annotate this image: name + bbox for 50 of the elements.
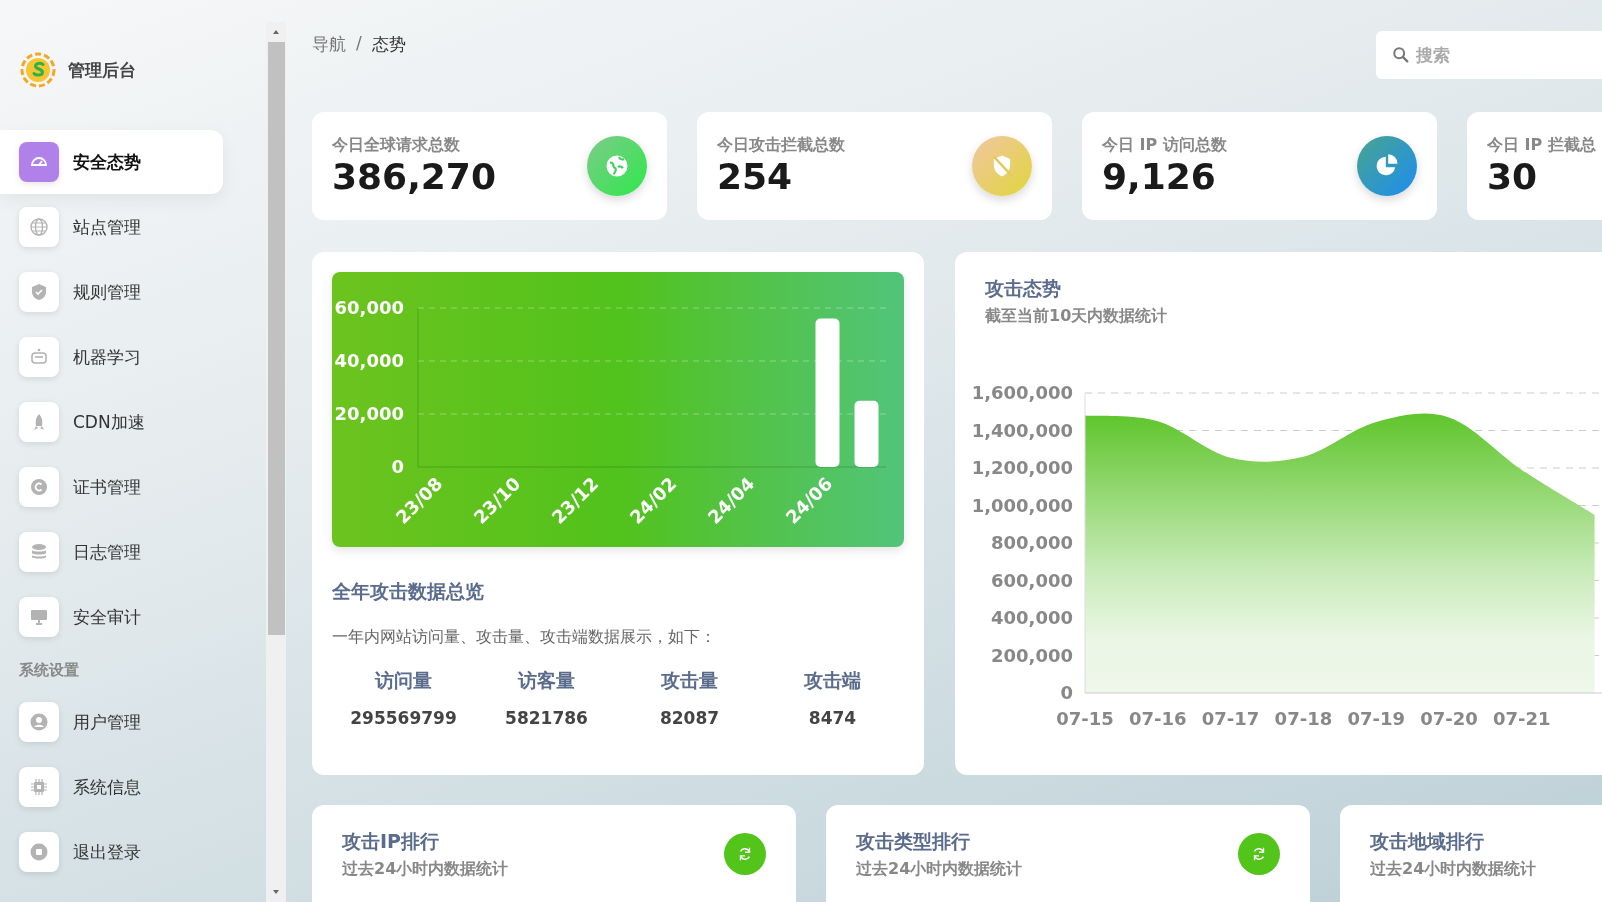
metric-label: 攻击量 [661,668,718,693]
stat-value: 254 [717,155,794,198]
stat-label: 今日 IP 访问总数 [1102,134,1228,156]
stat-value: 30 [1487,155,1539,198]
stat-value: 386,270 [332,155,497,198]
metric-value: 295569799 [350,708,457,728]
overview-description: 一年内网站访问量、攻击量、攻击端数据展示，如下： [332,627,717,648]
card-subtitle: 截至当前10天内数据统计 [985,306,1169,327]
stat-value: 9,126 [1102,155,1217,198]
card-subtitle: 过去24小时内数据统计 [342,859,510,880]
card-subtitle: 过去24小时内数据统计 [856,859,1024,880]
y-axis-label: 0 [1060,682,1073,703]
y-axis-label: 1,400,000 [971,419,1073,441]
y-axis-label: 0 [391,456,404,477]
metric-label: 访问量 [375,668,432,693]
card-subtitle: 过去24小时内数据统计 [1370,859,1538,880]
breadcrumb-item: 态势 [371,33,406,56]
x-axis-label: 07-19 [1347,708,1405,729]
metric-label: 访客量 [518,668,575,693]
stat-label: 今日全球请求总数 [332,134,461,156]
y-axis-label: 1,600,000 [971,382,1073,403]
metric-label: 攻击端 [804,668,861,693]
y-axis-label: 400,000 [991,607,1073,628]
card-title: 攻击地域排行 [1370,829,1485,854]
x-axis-label: 07-21 [1493,708,1551,729]
y-axis-label: 40,000 [334,350,404,371]
stat-label: 今日攻击拦截总数 [717,134,846,156]
metric-value: 82087 [659,708,720,728]
x-axis-label: 07-16 [1129,708,1187,729]
y-axis-label: 1,200,000 [971,457,1073,478]
x-axis-label: 07-15 [1056,708,1114,729]
x-axis-label: 07-20 [1420,708,1478,729]
app-title: 管理后台 [68,58,136,82]
x-axis-label: 07-17 [1201,708,1260,729]
y-axis-label: 200,000 [991,644,1073,666]
card-title: 攻击类型排行 [856,829,971,854]
breadcrumb-separator: / [356,33,362,55]
x-axis-label: 07-18 [1274,708,1333,729]
metric-value: 8474 [808,708,857,728]
overview-title: 全年攻击数据总览 [332,579,485,604]
y-axis-label: 800,000 [991,532,1073,553]
y-axis-label: 20,000 [334,403,404,424]
card-title: 攻击态势 [985,276,1062,301]
y-axis-label: 600,000 [991,569,1073,591]
section-title: 系统设置 [18,660,80,681]
card-title: 攻击IP排行 [342,829,440,854]
metric-value: 5821786 [505,708,588,728]
y-axis-label: 1,000,000 [971,494,1073,516]
y-axis-label: 60,000 [334,297,404,318]
stat-label: 今日 IP 拦截总 [1487,134,1597,156]
